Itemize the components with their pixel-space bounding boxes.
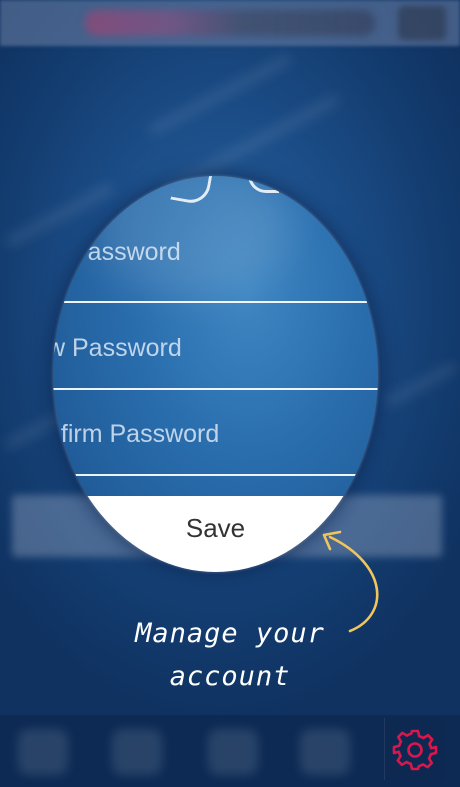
divider [53,301,378,303]
blurred-app-logo [85,10,375,36]
divider [53,388,378,390]
bottom-navigation [0,715,460,787]
blurred-nav-item-2[interactable] [112,729,162,775]
current-password-field[interactable]: Password [71,238,181,267]
divider [53,474,378,476]
magnifier-lens: Password w Password nfirm Password Save [53,176,378,572]
blurred-nav-item-4[interactable] [300,729,350,775]
blurred-nav-item-3[interactable] [208,729,258,775]
settings-tab[interactable] [384,718,445,780]
blurred-menu-icon[interactable] [398,6,446,40]
new-password-field[interactable]: w Password [53,334,182,363]
callout-line-2: account [169,661,291,692]
confirm-password-field[interactable]: nfirm Password [53,420,219,449]
callout-text: Manage your account [0,612,460,698]
gear-icon [392,729,438,771]
blurred-nav-item-1[interactable] [18,729,68,775]
callout-line-1: Manage your [135,618,325,649]
